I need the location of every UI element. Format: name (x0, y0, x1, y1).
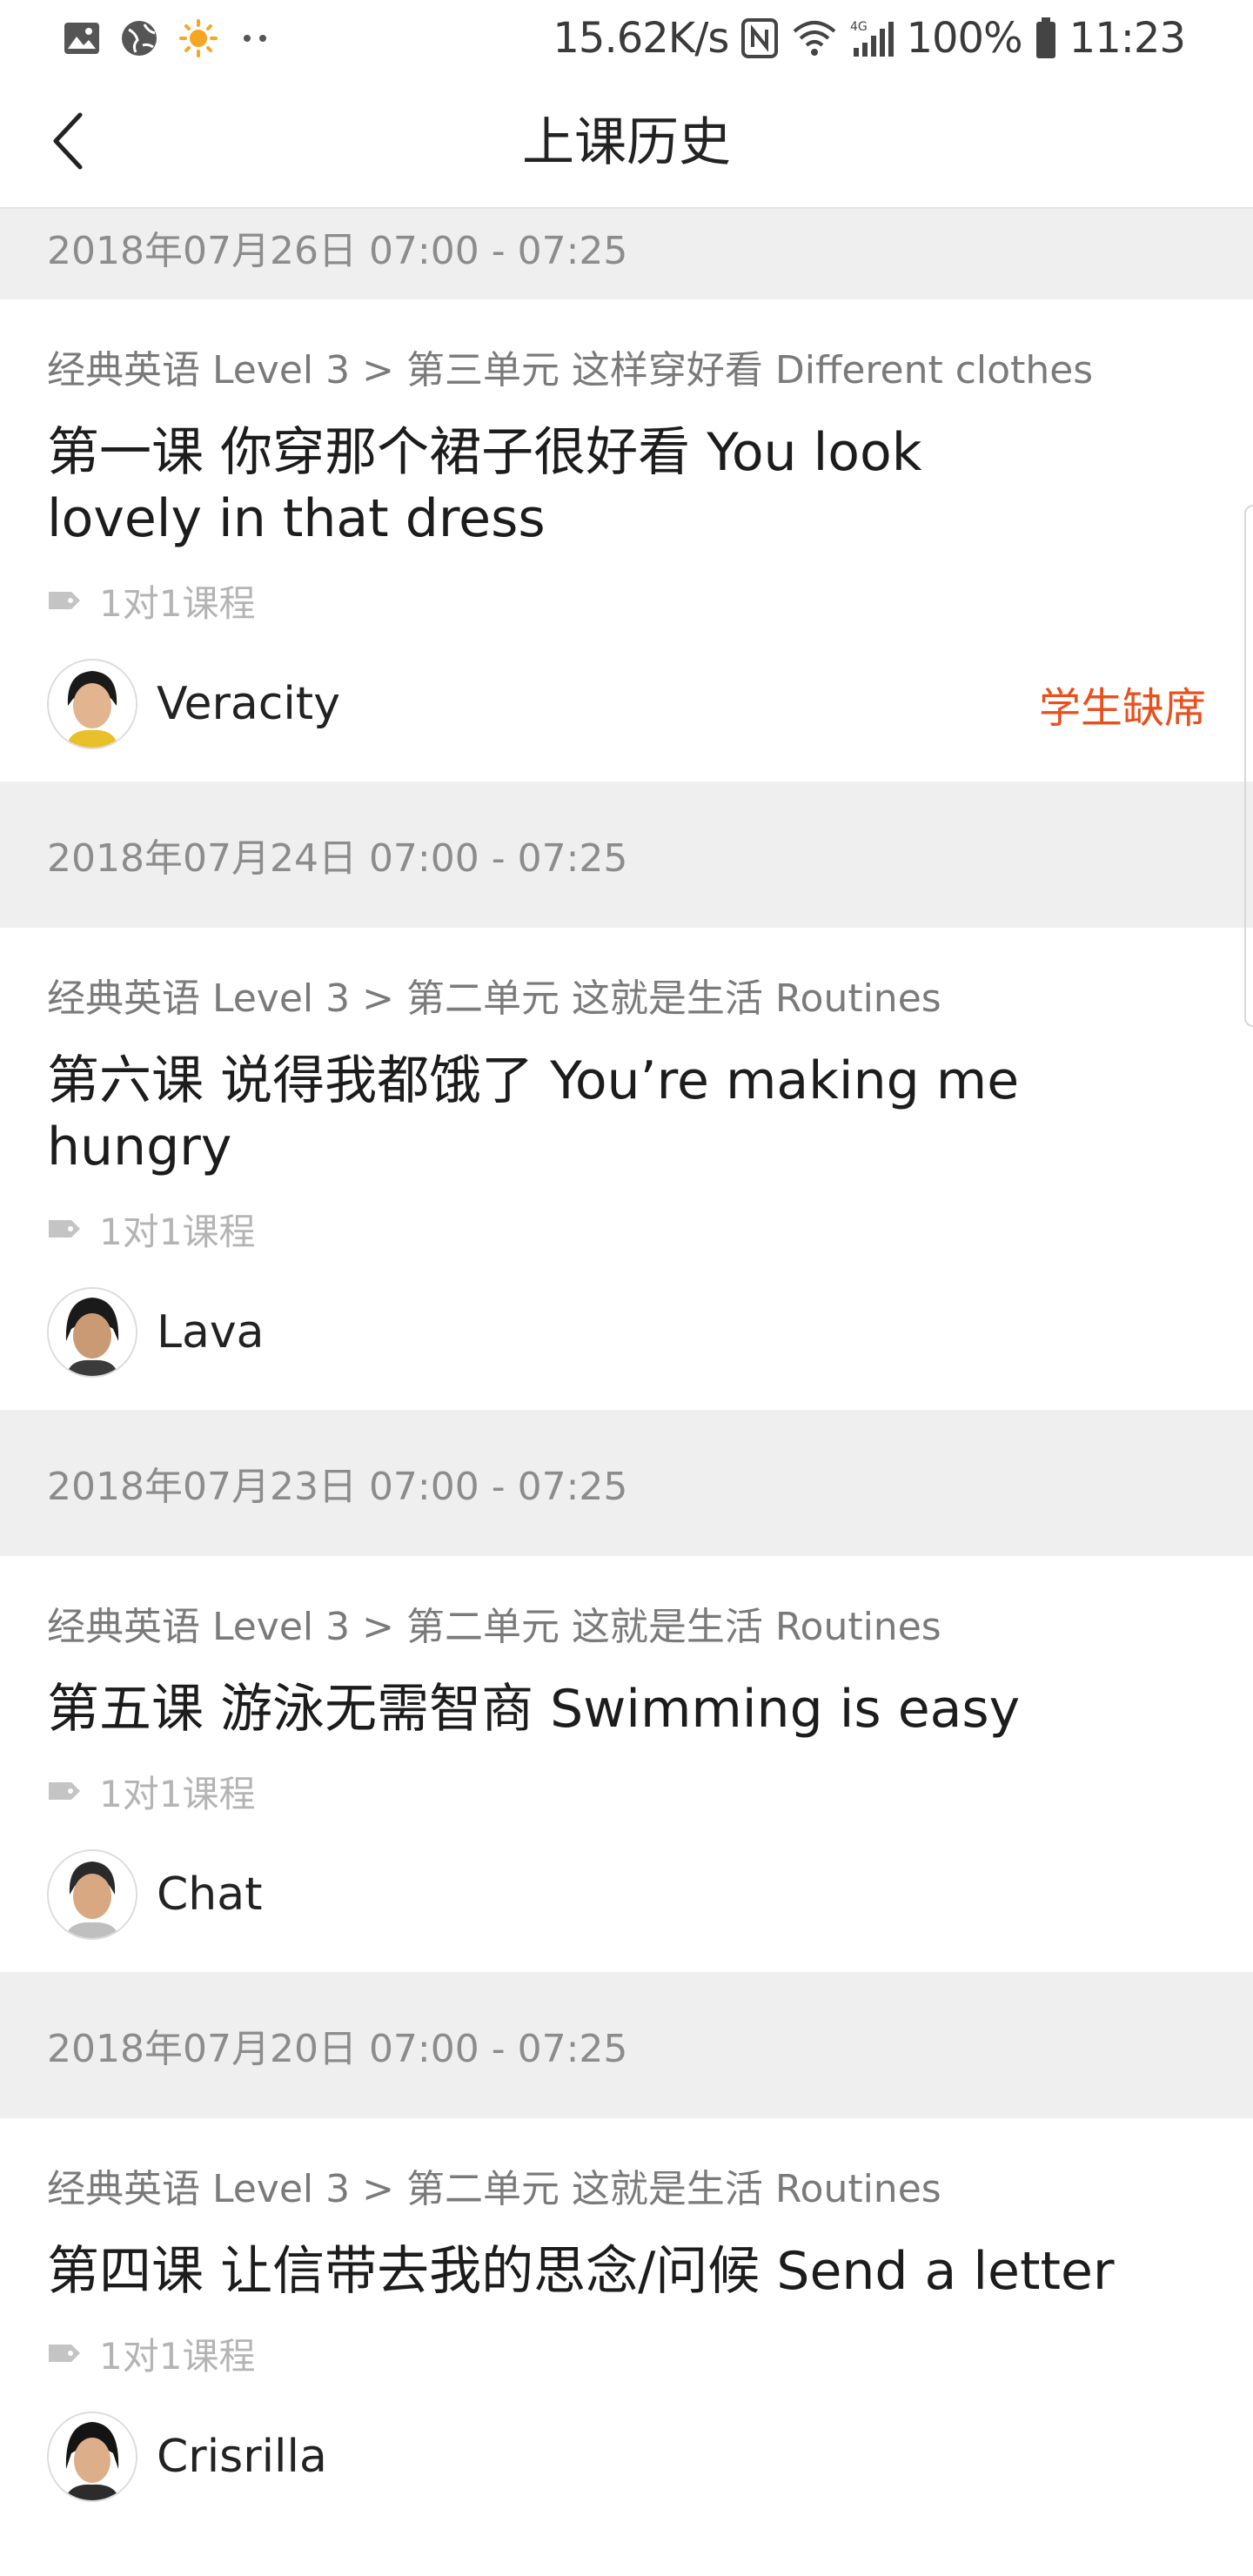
course-path: 经典英语 Level 3 > 第三单元 这样穿好看 Different clot… (47, 348, 1094, 392)
more-dots-icon (238, 30, 273, 47)
teacher-name: Veracity (157, 678, 340, 730)
teacher-name: Crisrilla (157, 2431, 327, 2483)
date-header: 2018年07月23日 07:00 - 07:25 (0, 1410, 1253, 1556)
lesson-title: 第六课 说得我都饿了 You’re making me hungry (47, 1050, 1020, 1177)
course-type-tag: 1对1课程 (47, 2329, 1206, 2378)
status-bar-right: 15.62K/s 4G 100% 11:23 (553, 9, 1186, 68)
course-type-label: 1对1课程 (99, 1210, 256, 1253)
date-header: 2018年07月20日 07:00 - 07:25 (0, 1972, 1253, 2118)
course-type-label: 1对1课程 (99, 1772, 256, 1815)
class-history-list[interactable]: 2018年07月26日 07:00 - 07:25 经典英语 Level 3 >… (0, 209, 1253, 2534)
nfc-icon (740, 17, 779, 59)
scroll-indicator[interactable] (1244, 505, 1253, 1027)
status-bar-left (63, 16, 273, 61)
avatar (47, 1287, 137, 1378)
course-type-tag: 1对1课程 (47, 576, 1206, 625)
status-badge: 学生缺席 (1038, 684, 1206, 733)
teacher-row: Crisrilla (47, 2409, 1206, 2505)
course-type-tag: 1对1课程 (47, 1767, 1206, 1815)
avatar (47, 659, 137, 749)
tag-icon (47, 589, 82, 612)
teacher-row: Lava (47, 1285, 1206, 1380)
date-header: 2018年07月24日 07:00 - 07:25 (0, 782, 1253, 928)
teacher-row: Chat (47, 1847, 1206, 1942)
course-type-tag: 1对1课程 (47, 1204, 1206, 1253)
avatar (47, 1849, 137, 1940)
page-title: 上课历史 (522, 112, 731, 173)
date-header: 2018年07月26日 07:00 - 07:25 (0, 209, 1253, 299)
course-type-label: 1对1课程 (99, 2334, 256, 2378)
class-date: 2018年07月20日 07:00 - 07:25 (47, 2027, 628, 2071)
network-speed: 15.62K/s (553, 14, 729, 63)
class-card[interactable]: 经典英语 Level 3 > 第二单元 这就是生活 Routines 第五课 游… (0, 1556, 1253, 1972)
battery-icon (1035, 17, 1057, 59)
signal-4g-icon: 4G (850, 18, 895, 58)
svg-text:4G: 4G (850, 20, 868, 34)
course-path: 经典英语 Level 3 > 第二单元 这就是生活 Routines (47, 976, 941, 1021)
gallery-icon (63, 21, 101, 56)
lesson-title: 第一课 你穿那个裙子很好看 You look lovely in that dr… (47, 422, 922, 549)
class-date: 2018年07月24日 07:00 - 07:25 (47, 836, 628, 881)
battery-percent: 100% (906, 14, 1022, 63)
course-type-label: 1对1课程 (99, 581, 256, 625)
lesson-title: 第五课 游泳无需智商 Swimming is easy (47, 1679, 1021, 1740)
weather-sun-icon (178, 17, 219, 59)
wifi-icon (791, 19, 838, 57)
tag-icon (47, 2342, 82, 2365)
globe-icon (120, 19, 158, 57)
class-card[interactable]: 经典英语 Level 3 > 第二单元 这就是生活 Routines 第六课 说… (0, 928, 1253, 1410)
course-path: 经典英语 Level 3 > 第二单元 这就是生活 Routines (47, 2167, 941, 2211)
status-bar: 15.62K/s 4G 100% 11:23 (0, 0, 1253, 77)
teacher-name: Chat (157, 1868, 263, 1921)
course-path: 经典英语 Level 3 > 第二单元 这就是生活 Routines (47, 1605, 941, 1649)
class-card[interactable]: 经典英语 Level 3 > 第二单元 这就是生活 Routines 第四课 让… (0, 2118, 1253, 2534)
lesson-title: 第四课 让信带去我的思念/问候 Send a letter (47, 2241, 1115, 2302)
class-card[interactable]: 经典英语 Level 3 > 第三单元 这样穿好看 Different clot… (0, 299, 1253, 782)
class-date: 2018年07月23日 07:00 - 07:25 (47, 1465, 628, 1509)
teacher-row: Veracity 学生缺席 (47, 656, 1206, 752)
avatar (47, 2412, 137, 2502)
tag-icon (47, 1780, 82, 1802)
clock: 11:23 (1069, 14, 1186, 63)
teacher-name: Lava (157, 1306, 265, 1358)
tag-icon (47, 1218, 82, 1240)
app-header: 上课历史 (0, 77, 1253, 209)
class-date: 2018年07月26日 07:00 - 07:25 (47, 229, 628, 273)
